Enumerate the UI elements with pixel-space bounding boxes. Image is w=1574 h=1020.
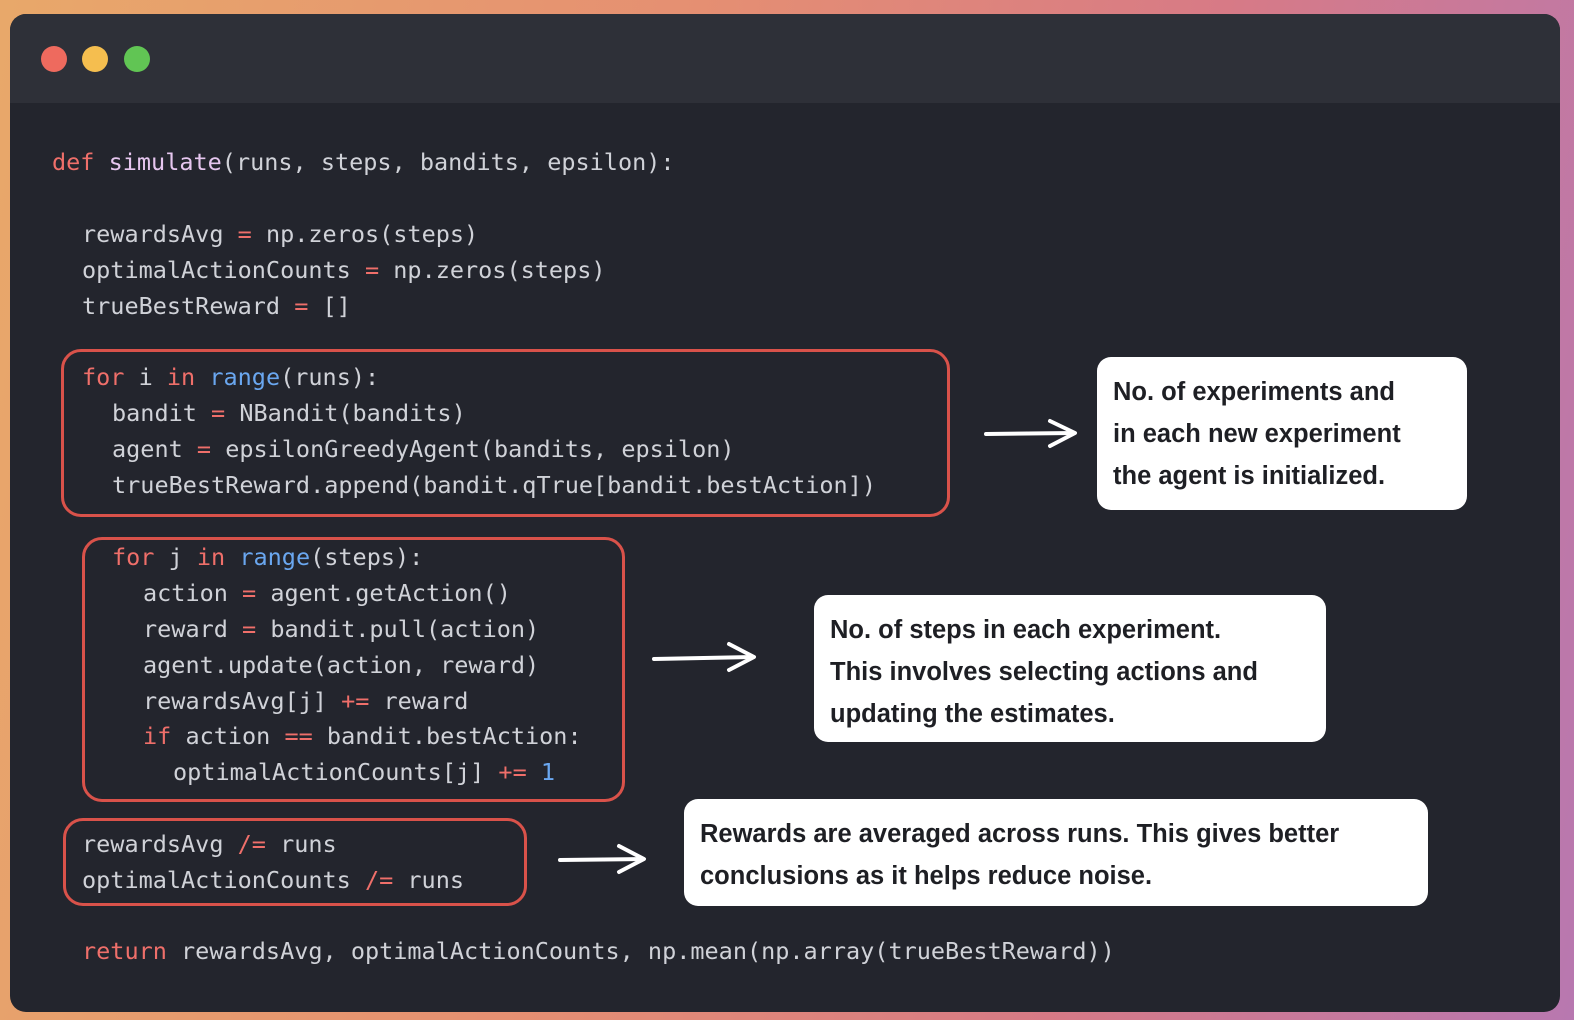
arrow-right-icon bbox=[558, 844, 646, 874]
function-name: simulate bbox=[108, 148, 222, 176]
arrow-right-icon bbox=[984, 419, 1077, 448]
highlight-box-runs-loop bbox=[61, 349, 950, 517]
code-line: optimalActionCounts = np.zeros(steps) bbox=[82, 252, 606, 288]
annotation-line: No. of steps in each experiment. bbox=[830, 616, 1222, 644]
keyword: return bbox=[82, 937, 167, 965]
annotation-line: No. of experiments and bbox=[1113, 378, 1395, 406]
operator: = bbox=[237, 220, 252, 248]
annotation-runs: No. of experiments and in each new exper… bbox=[1097, 357, 1467, 510]
code-text: trueBestReward bbox=[82, 292, 295, 320]
code-text: (runs, steps, bandits, epsilon): bbox=[221, 148, 675, 176]
arrow-right-icon bbox=[652, 642, 756, 672]
code-text: optimalActionCounts bbox=[82, 256, 365, 284]
annotation-line: conclusions as it helps reduce noise. bbox=[700, 862, 1153, 890]
code-line: trueBestReward = [] bbox=[82, 288, 351, 324]
annotation-line: Rewards are averaged across runs. This g… bbox=[700, 820, 1340, 848]
annotation-steps: No. of steps in each experiment. This in… bbox=[814, 595, 1326, 742]
annotation-line: This involves selecting actions and bbox=[830, 658, 1258, 686]
code-text: rewardsAvg bbox=[82, 220, 238, 248]
keyword: def bbox=[52, 148, 95, 176]
annotation-line: in each new experiment bbox=[1113, 420, 1401, 448]
annotation-averaging: Rewards are averaged across runs. This g… bbox=[684, 799, 1428, 906]
code-text: np.zeros(steps) bbox=[251, 220, 479, 248]
code-text: [] bbox=[308, 292, 351, 320]
highlight-box-steps-loop bbox=[82, 537, 625, 802]
zoom-button[interactable] bbox=[124, 46, 150, 72]
code-line-return: return rewardsAvg, optimalActionCounts, … bbox=[82, 933, 1115, 969]
code-line-def: def simulate(runs, steps, bandits, epsil… bbox=[52, 144, 675, 180]
code-text: rewardsAvg, optimalActionCounts, np.mean… bbox=[166, 937, 1115, 965]
highlight-box-averaging bbox=[63, 818, 527, 906]
annotation-line: the agent is initialized. bbox=[1113, 462, 1386, 490]
code-line: rewardsAvg = np.zeros(steps) bbox=[82, 216, 478, 252]
minimize-button[interactable] bbox=[82, 46, 108, 72]
window-titlebar bbox=[10, 14, 1560, 103]
close-button[interactable] bbox=[41, 46, 67, 72]
operator: = bbox=[364, 256, 380, 284]
code-text: np.zeros(steps) bbox=[379, 256, 606, 284]
annotation-line: updating the estimates. bbox=[830, 700, 1115, 728]
operator: = bbox=[294, 292, 309, 320]
